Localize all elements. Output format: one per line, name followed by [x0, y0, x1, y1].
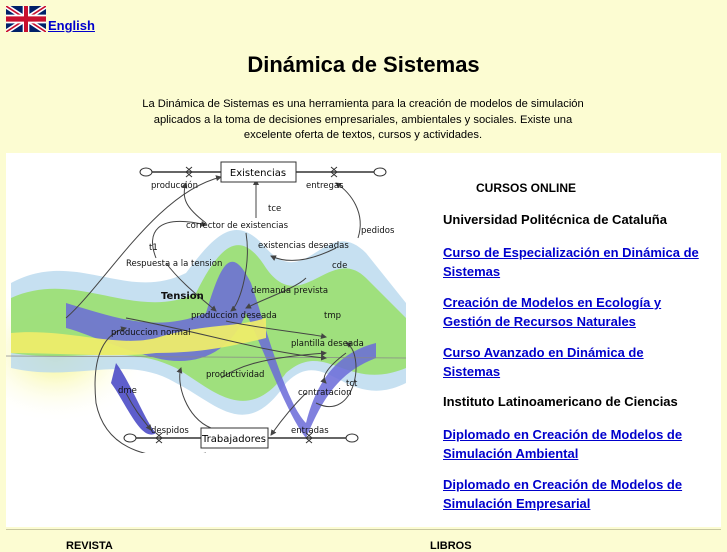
diagram-plantilla-label: plantilla deseada [291, 339, 364, 349]
diagram-tmp-label: tmp [324, 311, 341, 321]
course-link-ecologia[interactable]: Creación de Modelos en Ecología y Gestió… [443, 293, 703, 331]
intro-text: La Dinámica de Sistemas es una herramien… [142, 98, 584, 141]
diagram-dme-label: dme [118, 386, 137, 396]
diagram-existencias-deseadas-label: existencias deseadas [258, 241, 349, 251]
diagram-produccion-label: producción [151, 180, 198, 191]
section-divider [6, 529, 721, 530]
diagram-produccion-normal-label: produccion normal [111, 328, 190, 338]
diagram-trabajadores-label: Trabajadores [201, 434, 266, 445]
diagram-t1-label: t1 [149, 243, 158, 253]
courses-section: CURSOS ONLINE Universidad Politécnica de… [443, 181, 703, 525]
system-dynamics-diagram: Existencias Trabajadores producción entr… [6, 161, 406, 453]
revista-heading: REVISTA [66, 540, 113, 552]
diagram-existencias-label: Existencias [230, 168, 286, 179]
diagram-contratacion-label: contratacion [298, 388, 351, 398]
language-switch[interactable]: English [6, 6, 95, 32]
diagram-corrector-label: corrector de existencias [186, 221, 289, 231]
institution-name: Universidad Politécnica de Cataluña [443, 212, 667, 227]
libros-heading: LIBROS [430, 540, 472, 552]
content-panel: Existencias Trabajadores producción entr… [6, 153, 721, 527]
courses-title: CURSOS ONLINE [476, 181, 577, 195]
diagram-pedidos-label: pedidos [361, 226, 395, 236]
institution-name: Instituto Latinoamericano de Ciencias [443, 394, 678, 409]
course-link-ambiental[interactable]: Diplomado en Creación de Modelos de Simu… [443, 425, 703, 463]
course-link-avanzado[interactable]: Curso Avanzado en Dinámica de Sistemas [443, 343, 703, 381]
diagram-tce-label: tce [268, 204, 281, 214]
diagram-produccion-deseada-label: produccion deseada [191, 311, 277, 321]
diagram-productividad-label: productividad [206, 370, 264, 380]
diagram-tension-label: Tension [161, 291, 204, 302]
course-link-empresarial[interactable]: Diplomado en Creación de Modelos de Simu… [443, 475, 703, 513]
diagram-entradas-label: entradas [291, 426, 329, 436]
diagram-cde-label: cde [332, 261, 347, 271]
diagram-respuesta-label: Respuesta a la tension [126, 259, 222, 269]
page-title: Dinámica de Sistemas [247, 52, 480, 77]
uk-flag-icon[interactable] [6, 6, 46, 32]
diagram-demanda-label: demanda prevista [251, 286, 328, 296]
english-link[interactable]: English [48, 19, 95, 32]
diagram-entregas-label: entregas [306, 181, 344, 191]
course-link-especializacion[interactable]: Curso de Especialización en Dinámica de … [443, 243, 703, 281]
diagram-despidos-label: despidos [151, 426, 189, 436]
